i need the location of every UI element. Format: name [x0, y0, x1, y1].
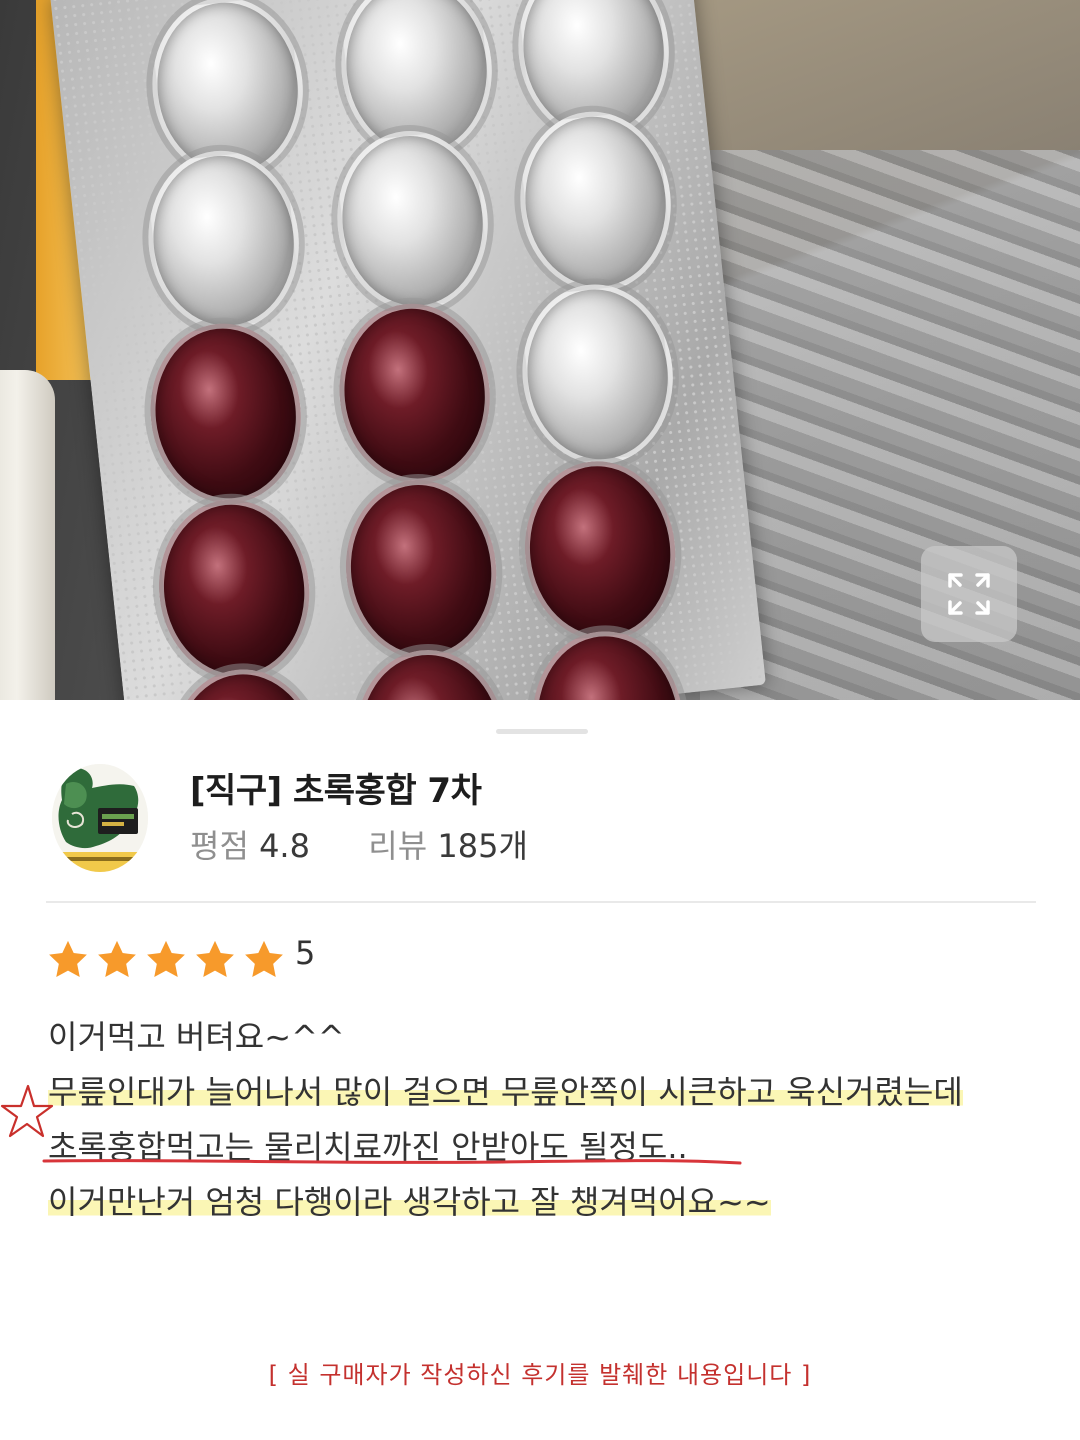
review-count: 185개: [437, 827, 528, 865]
red-capsule: [330, 296, 499, 491]
red-capsule: [141, 316, 310, 511]
review-line-highlighted: 이거만난거 엄청 다행이라 생각하고 잘 챙겨먹어요~~: [48, 1183, 771, 1221]
red-star-mark-icon: [0, 1084, 54, 1138]
divider: [46, 901, 1036, 903]
star-icon: [98, 940, 136, 978]
review-text: 이거먹고 버텨요~^^ 무릎인대가 늘어나서 많이 걸으면 무릎안쪽이 시큰하고…: [48, 1010, 963, 1230]
product-meta: 평점 4.8 리뷰 185개: [190, 821, 528, 867]
notice-text: [ 실 구매자가 작성하신 후기를 발췌한 내용입니다 ]: [268, 1361, 812, 1389]
review-line-highlighted: 무릎인대가 늘어나서 많이 걸으면 무릎안쪽이 시큰하고 욱신거렸는데: [48, 1073, 963, 1111]
star-icon: [49, 940, 87, 978]
review-line: 이거먹고 버텨요~^^: [48, 1018, 345, 1056]
blister-pack: [50, 0, 766, 700]
sheet-grabber[interactable]: [496, 729, 588, 734]
expand-icon: [948, 573, 990, 615]
photo-bottle: [0, 370, 55, 700]
star-icon: [147, 940, 185, 978]
empty-capsule-slot: [139, 143, 308, 339]
empty-capsule-slot: [511, 104, 680, 299]
product-thumbnail-image: [52, 764, 148, 872]
review-score: 5: [295, 934, 316, 972]
rating-value: 4.8: [259, 827, 310, 865]
red-capsule: [346, 642, 515, 700]
product-title[interactable]: [직구] 초록홍합 7차: [190, 763, 482, 812]
red-underline-mark: [42, 1159, 742, 1165]
red-capsule: [337, 472, 506, 668]
review-line-underlined: 초록홍합먹고는 물리치료까진 안받아도 될정도..: [48, 1128, 688, 1166]
rating-label: 평점: [190, 827, 249, 865]
star-rating: 5: [46, 934, 315, 982]
empty-capsule-slot: [328, 123, 497, 319]
review-photo[interactable]: [0, 0, 1080, 700]
star-icon: [196, 940, 234, 978]
expand-button[interactable]: [921, 546, 1017, 642]
red-capsule: [150, 492, 319, 687]
star-icon: [245, 940, 283, 978]
red-capsule: [516, 453, 685, 649]
red-capsule: [523, 623, 692, 700]
product-thumbnail[interactable]: [52, 764, 148, 872]
empty-capsule-slot: [513, 277, 682, 472]
review-label: 리뷰: [368, 827, 428, 865]
